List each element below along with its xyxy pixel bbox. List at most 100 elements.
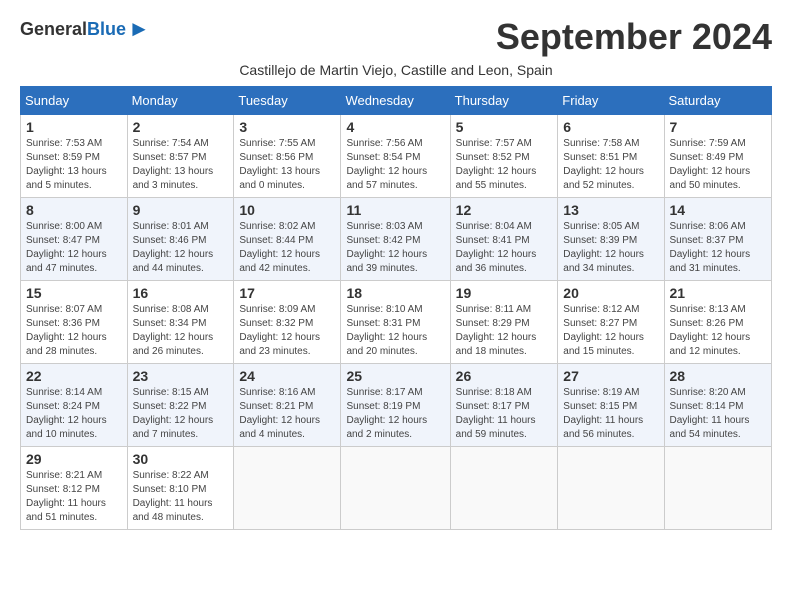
day-number: 2 <box>133 119 229 135</box>
day-info: Sunrise: 8:01 AMSunset: 8:46 PMDaylight:… <box>133 220 229 276</box>
calendar-day-cell: 19Sunrise: 8:11 AMSunset: 8:29 PMDayligh… <box>450 281 558 364</box>
day-number: 29 <box>26 451 122 467</box>
calendar-day-cell: 28Sunrise: 8:20 AMSunset: 8:14 PMDayligh… <box>664 364 771 447</box>
day-info: Sunrise: 8:22 AMSunset: 8:10 PMDaylight:… <box>133 469 229 525</box>
weekday-header-monday: Monday <box>127 87 234 115</box>
calendar-day-cell: 4 Sunrise: 7:56 AMSunset: 8:54 PMDaylight… <box>341 115 450 198</box>
weekday-header-row: SundayMondayTuesdayWednesdayThursdayFrid… <box>21 87 772 115</box>
day-info: Sunrise: 7:57 AMSunset: 8:52 PMDaylight:… <box>456 137 553 193</box>
day-info: Sunrise: 8:19 AMSunset: 8:15 PMDaylight:… <box>563 386 658 442</box>
calendar-week-row: 15 Sunrise: 8:07 AMSunset: 8:36 PMDayligh… <box>21 281 772 364</box>
day-number: 1 <box>26 119 122 135</box>
day-info: Sunrise: 7:59 AMSunset: 8:49 PMDaylight:… <box>670 137 766 193</box>
calendar-day-cell: 27 Sunrise: 8:19 AMSunset: 8:15 PMDayligh… <box>558 364 664 447</box>
calendar-day-cell: 12 Sunrise: 8:04 AMSunset: 8:41 PMDayligh… <box>450 198 558 281</box>
day-number: 16 <box>133 285 229 301</box>
bird-icon: ► <box>128 16 150 42</box>
day-number: 5 <box>456 119 553 135</box>
day-info: Sunrise: 8:02 AMSunset: 8:44 PMDaylight:… <box>239 220 335 276</box>
day-number: 25 <box>346 368 444 384</box>
weekday-header-wednesday: Wednesday <box>341 87 450 115</box>
calendar-day-cell: 10Sunrise: 8:02 AMSunset: 8:44 PMDayligh… <box>234 198 341 281</box>
day-info: Sunrise: 7:58 AMSunset: 8:51 PMDaylight:… <box>563 137 658 193</box>
day-info: Sunrise: 7:55 AMSunset: 8:56 PMDaylight:… <box>239 137 335 193</box>
calendar-day-cell: 24 Sunrise: 8:16 AMSunset: 8:21 PMDayligh… <box>234 364 341 447</box>
day-number: 6 <box>563 119 658 135</box>
calendar-day-cell: 14 Sunrise: 8:06 AMSunset: 8:37 PMDayligh… <box>664 198 771 281</box>
calendar-day-cell: 7 Sunrise: 7:59 AMSunset: 8:49 PMDaylight… <box>664 115 771 198</box>
day-number: 3 <box>239 119 335 135</box>
day-info: Sunrise: 8:03 AMSunset: 8:42 PMDaylight:… <box>346 220 444 276</box>
calendar-day-cell: 15 Sunrise: 8:07 AMSunset: 8:36 PMDayligh… <box>21 281 128 364</box>
empty-cell <box>450 447 558 530</box>
calendar-day-cell: 20Sunrise: 8:12 AMSunset: 8:27 PMDayligh… <box>558 281 664 364</box>
day-number: 23 <box>133 368 229 384</box>
day-info: Sunrise: 8:10 AMSunset: 8:31 PMDaylight:… <box>346 303 444 359</box>
day-info: Sunrise: 8:20 AMSunset: 8:14 PMDaylight:… <box>670 386 766 442</box>
day-info: Sunrise: 8:05 AMSunset: 8:39 PMDaylight:… <box>563 220 658 276</box>
day-info: Sunrise: 8:09 AMSunset: 8:32 PMDaylight:… <box>239 303 335 359</box>
day-info: Sunrise: 8:06 AMSunset: 8:37 PMDaylight:… <box>670 220 766 276</box>
calendar-day-cell: 3 Sunrise: 7:55 AMSunset: 8:56 PMDaylight… <box>234 115 341 198</box>
day-number: 15 <box>26 285 122 301</box>
logo-general-text: General <box>20 19 87 40</box>
empty-cell <box>341 447 450 530</box>
day-info: Sunrise: 8:07 AMSunset: 8:36 PMDaylight:… <box>26 303 122 359</box>
weekday-header-saturday: Saturday <box>664 87 771 115</box>
day-number: 8 <box>26 202 122 218</box>
calendar-day-cell: 18 Sunrise: 8:10 AMSunset: 8:31 PMDayligh… <box>341 281 450 364</box>
calendar-day-cell: 9 Sunrise: 8:01 AMSunset: 8:46 PMDaylight… <box>127 198 234 281</box>
day-info: Sunrise: 8:18 AMSunset: 8:17 PMDaylight:… <box>456 386 553 442</box>
day-info: Sunrise: 8:13 AMSunset: 8:26 PMDaylight:… <box>670 303 766 359</box>
calendar-day-cell: 11Sunrise: 8:03 AMSunset: 8:42 PMDayligh… <box>341 198 450 281</box>
day-info: Sunrise: 7:56 AMSunset: 8:54 PMDaylight:… <box>346 137 444 193</box>
calendar-day-cell: 2 Sunrise: 7:54 AMSunset: 8:57 PMDaylight… <box>127 115 234 198</box>
calendar-week-row: 1 Sunrise: 7:53 AMSunset: 8:59 PMDaylight… <box>21 115 772 198</box>
empty-cell <box>664 447 771 530</box>
day-number: 14 <box>670 202 766 218</box>
day-info: Sunrise: 8:08 AMSunset: 8:34 PMDaylight:… <box>133 303 229 359</box>
calendar-day-cell: 23Sunrise: 8:15 AMSunset: 8:22 PMDayligh… <box>127 364 234 447</box>
calendar-day-cell: 16 Sunrise: 8:08 AMSunset: 8:34 PMDayligh… <box>127 281 234 364</box>
calendar-day-cell: 25 Sunrise: 8:17 AMSunset: 8:19 PMDayligh… <box>341 364 450 447</box>
empty-cell <box>234 447 341 530</box>
day-number: 20 <box>563 285 658 301</box>
day-info: Sunrise: 7:53 AMSunset: 8:59 PMDaylight:… <box>26 137 122 193</box>
calendar-week-row: 22Sunrise: 8:14 AMSunset: 8:24 PMDayligh… <box>21 364 772 447</box>
day-info: Sunrise: 8:00 AMSunset: 8:47 PMDaylight:… <box>26 220 122 276</box>
day-info: Sunrise: 7:54 AMSunset: 8:57 PMDaylight:… <box>133 137 229 193</box>
day-info: Sunrise: 8:16 AMSunset: 8:21 PMDaylight:… <box>239 386 335 442</box>
day-number: 26 <box>456 368 553 384</box>
weekday-header-thursday: Thursday <box>450 87 558 115</box>
header: General Blue ► September 2024 <box>20 16 772 58</box>
day-number: 4 <box>346 119 444 135</box>
day-info: Sunrise: 8:04 AMSunset: 8:41 PMDaylight:… <box>456 220 553 276</box>
logo-blue-text: Blue <box>87 19 126 40</box>
calendar-day-cell: 22Sunrise: 8:14 AMSunset: 8:24 PMDayligh… <box>21 364 128 447</box>
calendar-week-row: 8 Sunrise: 8:00 AMSunset: 8:47 PMDaylight… <box>21 198 772 281</box>
calendar-table: SundayMondayTuesdayWednesdayThursdayFrid… <box>20 86 772 530</box>
day-info: Sunrise: 8:11 AMSunset: 8:29 PMDaylight:… <box>456 303 553 359</box>
month-title: September 2024 <box>496 16 772 58</box>
weekday-header-tuesday: Tuesday <box>234 87 341 115</box>
day-info: Sunrise: 8:21 AMSunset: 8:12 PMDaylight:… <box>26 469 122 525</box>
day-number: 18 <box>346 285 444 301</box>
calendar-week-row: 29 Sunrise: 8:21 AMSunset: 8:12 PMDayligh… <box>21 447 772 530</box>
day-number: 7 <box>670 119 766 135</box>
day-info: Sunrise: 8:17 AMSunset: 8:19 PMDaylight:… <box>346 386 444 442</box>
day-number: 27 <box>563 368 658 384</box>
day-number: 30 <box>133 451 229 467</box>
calendar-day-cell: 1 Sunrise: 7:53 AMSunset: 8:59 PMDaylight… <box>21 115 128 198</box>
calendar-day-cell: 26 Sunrise: 8:18 AMSunset: 8:17 PMDayligh… <box>450 364 558 447</box>
logo: General Blue ► <box>20 16 150 42</box>
calendar-day-cell: 6 Sunrise: 7:58 AMSunset: 8:51 PMDaylight… <box>558 115 664 198</box>
location-subtitle: Castillejo de Martin Viejo, Castille and… <box>20 62 772 78</box>
weekday-header-friday: Friday <box>558 87 664 115</box>
calendar-day-cell: 13 Sunrise: 8:05 AMSunset: 8:39 PMDayligh… <box>558 198 664 281</box>
day-number: 24 <box>239 368 335 384</box>
day-number: 12 <box>456 202 553 218</box>
weekday-header-sunday: Sunday <box>21 87 128 115</box>
calendar-day-cell: 29 Sunrise: 8:21 AMSunset: 8:12 PMDayligh… <box>21 447 128 530</box>
day-number: 13 <box>563 202 658 218</box>
day-number: 9 <box>133 202 229 218</box>
